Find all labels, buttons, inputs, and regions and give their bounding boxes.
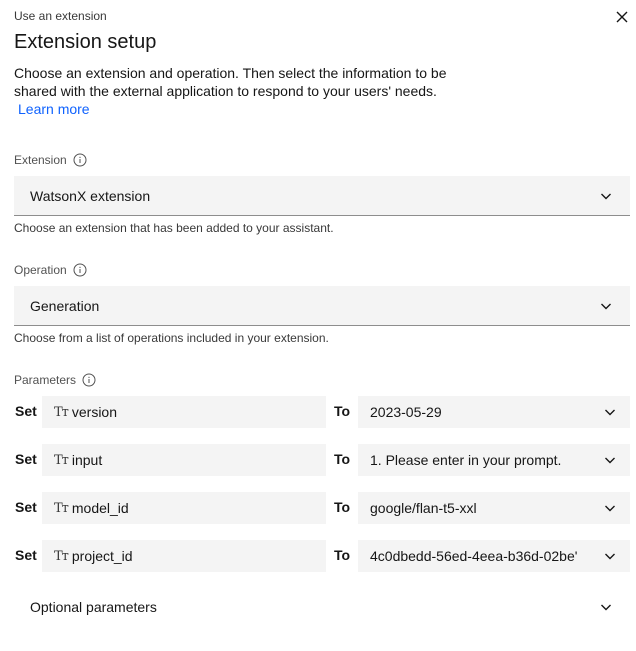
to-label: To <box>334 451 351 467</box>
parameter-value: 4c0dbedd-56ed-4eea-b36d-02be' <box>370 548 578 564</box>
learn-more-link[interactable]: Learn more <box>18 101 90 117</box>
operation-helper-text: Choose from a list of operations include… <box>14 331 329 345</box>
extension-select-value: WatsonX extension <box>30 187 151 204</box>
extension-select[interactable]: WatsonX extension <box>14 176 630 216</box>
set-label: Set <box>15 547 37 563</box>
parameter-field-model-id[interactable]: Tт model_id <box>42 492 326 524</box>
optional-parameters-label: Optional parameters <box>30 599 157 615</box>
parameter-value-select-version[interactable]: 2023-05-29 <box>358 396 630 428</box>
operation-select[interactable]: Generation <box>14 286 630 326</box>
operation-select-value: Generation <box>30 297 100 314</box>
close-icon <box>616 11 628 23</box>
parameter-value: 1. Please enter in your prompt. <box>370 452 562 468</box>
parameters-label-group: Parameters <box>14 373 96 387</box>
parameter-value-select-input[interactable]: 1. Please enter in your prompt. <box>358 444 630 476</box>
chevron-down-icon <box>602 548 618 564</box>
extension-label: Extension <box>14 153 67 167</box>
parameter-field-input[interactable]: Tт input <box>42 444 326 476</box>
parameter-field-project-id[interactable]: Tт project_id <box>42 540 326 572</box>
parameter-value-select-project-id[interactable]: 4c0dbedd-56ed-4eea-b36d-02be' <box>358 540 630 572</box>
chevron-down-icon <box>598 188 614 204</box>
parameter-name: input <box>71 452 103 468</box>
modal-description: Choose an extension and operation. Then … <box>14 65 447 99</box>
operation-label-group: Operation <box>14 263 87 277</box>
set-label: Set <box>15 451 37 467</box>
extension-helper-text: Choose an extension that has been added … <box>14 221 334 235</box>
chevron-down-icon <box>598 599 614 615</box>
parameter-value-select-model-id[interactable]: google/flan-t5-xxl <box>358 492 630 524</box>
chevron-down-icon <box>602 404 618 420</box>
info-icon[interactable] <box>73 153 87 167</box>
chevron-down-icon <box>598 298 614 314</box>
parameter-value: 2023-05-29 <box>370 404 442 420</box>
modal-title: Extension setup <box>14 31 157 53</box>
text-type-icon: Tт <box>54 500 69 516</box>
parameter-name: version <box>71 404 118 420</box>
info-icon[interactable] <box>73 263 87 277</box>
to-label: To <box>334 403 351 419</box>
info-icon[interactable] <box>82 373 96 387</box>
parameter-name: project_id <box>71 548 133 564</box>
chevron-down-icon <box>602 452 618 468</box>
set-label: Set <box>15 403 37 419</box>
parameter-field-version[interactable]: Tт version <box>42 396 326 428</box>
parameters-label: Parameters <box>14 373 77 387</box>
modal-overline: Use an extension <box>14 9 107 23</box>
set-label: Set <box>15 499 37 515</box>
chevron-down-icon <box>602 500 618 516</box>
to-label: To <box>334 547 351 563</box>
extension-label-group: Extension <box>14 153 87 167</box>
parameter-name: model_id <box>71 500 129 516</box>
operation-label: Operation <box>14 263 67 277</box>
close-button[interactable] <box>610 5 634 29</box>
to-label: To <box>334 499 351 515</box>
optional-parameters-accordion[interactable]: Optional parameters <box>14 591 630 623</box>
text-type-icon: Tт <box>54 404 69 420</box>
text-type-icon: Tт <box>54 548 69 564</box>
text-type-icon: Tт <box>54 452 69 468</box>
parameter-value: google/flan-t5-xxl <box>370 500 477 516</box>
